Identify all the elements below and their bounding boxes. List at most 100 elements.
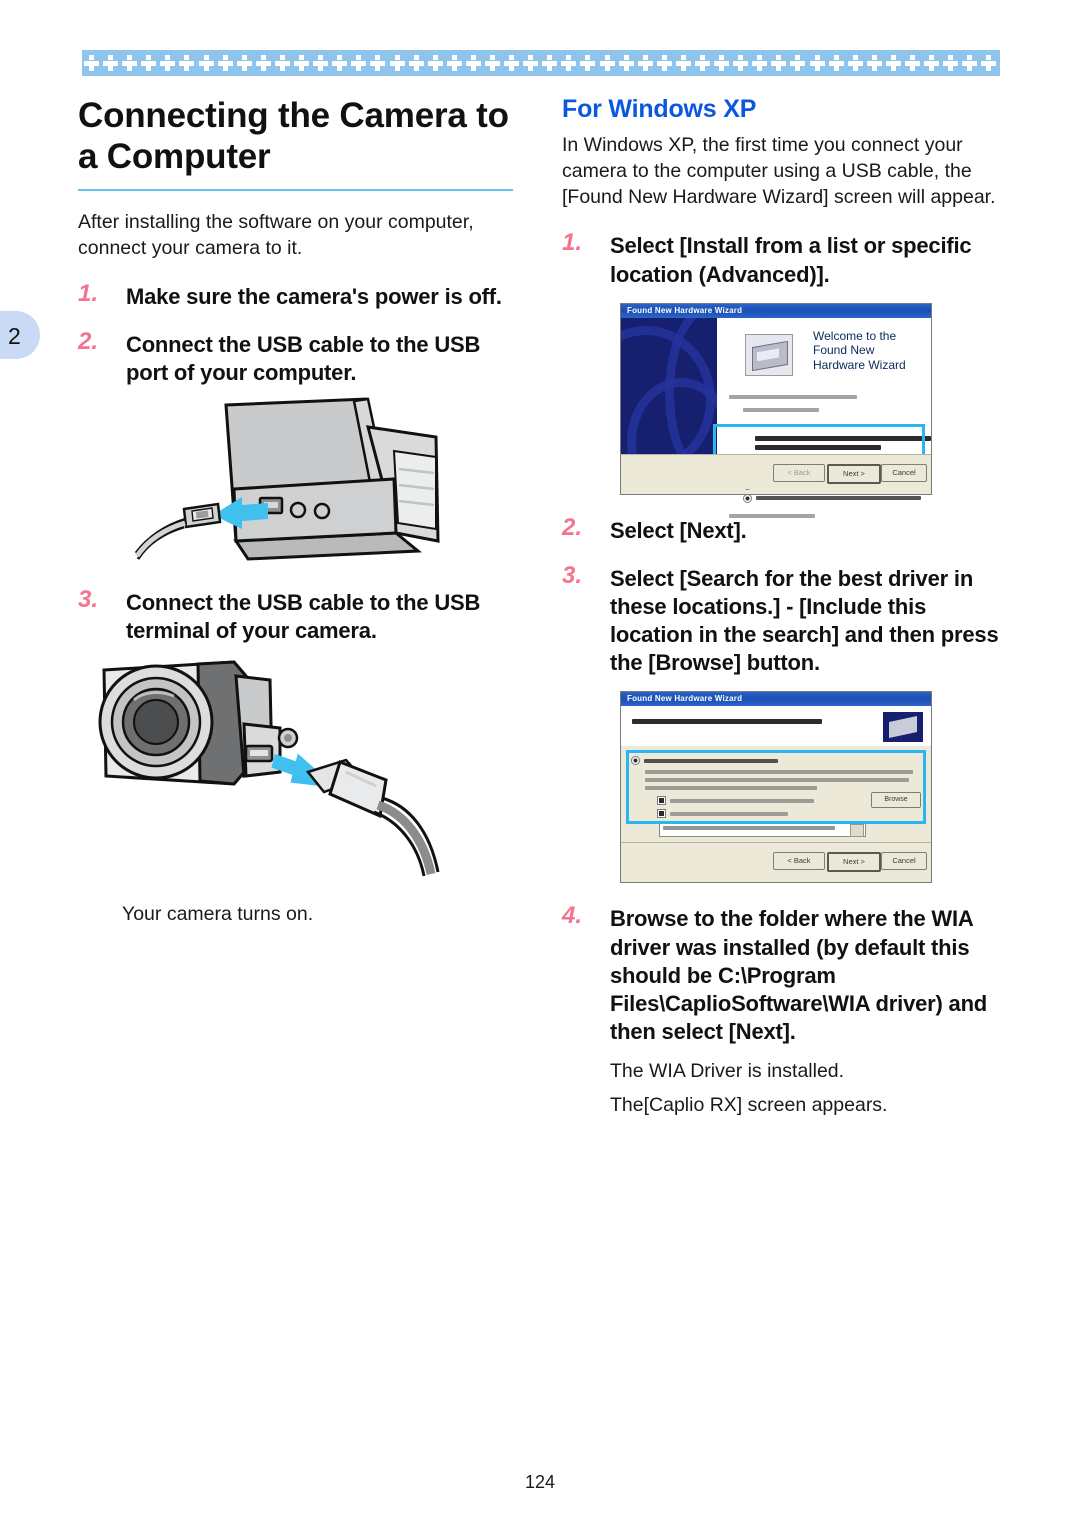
left-step-3: 3. Connect the USB cable to the USB term… bbox=[78, 586, 513, 645]
found-new-hardware-wizard-welcome-dialog[interactable]: Found New Hardware Wizard Welcome to the… bbox=[620, 302, 932, 518]
left-step-1-text: Make sure the camera's power is off. bbox=[126, 283, 502, 309]
left-step-2-number: 2. bbox=[78, 328, 99, 355]
laptop-usb-illustration bbox=[134, 397, 440, 561]
band-motif bbox=[693, 50, 712, 76]
band-motif bbox=[407, 50, 426, 76]
title-rule bbox=[78, 188, 513, 191]
camera-usb-illustration bbox=[98, 660, 440, 876]
band-motif bbox=[884, 50, 903, 76]
right-step-3-text: Select [Search for the best driver in th… bbox=[610, 565, 999, 676]
band-motif bbox=[120, 50, 139, 76]
dialog1-titlebar: Found New Hardware Wizard bbox=[621, 303, 931, 318]
band-motif bbox=[101, 50, 120, 76]
right-step-2: 2. Select [Next]. bbox=[562, 514, 1002, 545]
band-motif bbox=[311, 50, 330, 76]
band-motif bbox=[578, 50, 597, 76]
found-new-hardware-wizard-search-dialog[interactable]: Found New Hardware Wizard Browse < Back … bbox=[620, 691, 932, 884]
band-motif bbox=[158, 50, 177, 76]
band-motif bbox=[521, 50, 540, 76]
dialog2-header bbox=[621, 706, 931, 748]
dialog1-button-bar: < Back Next > Cancel bbox=[621, 453, 931, 489]
band-motif bbox=[598, 50, 617, 76]
right-step-3: 3. Select [Search for the best driver in… bbox=[562, 561, 1002, 678]
page-title: Connecting the Camera to a Computer bbox=[78, 96, 509, 177]
band-motif bbox=[788, 50, 807, 76]
chapter-tab-label: 2 bbox=[8, 323, 21, 349]
band-motif bbox=[769, 50, 788, 76]
right-step-1-number: 1. bbox=[562, 229, 583, 257]
dialog1-device-name bbox=[743, 407, 921, 412]
right-step-4-note-1: The WIA Driver is installed. bbox=[610, 1060, 845, 1083]
band-motif bbox=[483, 50, 502, 76]
driver-path-value bbox=[663, 826, 835, 831]
band-motif bbox=[846, 50, 865, 76]
band-motif bbox=[254, 50, 273, 76]
left-step-3-number: 3. bbox=[78, 586, 99, 614]
band-motif bbox=[903, 50, 922, 76]
band-motif bbox=[177, 50, 196, 76]
band-motif bbox=[559, 50, 578, 76]
right-step-4-number: 4. bbox=[562, 902, 583, 930]
right-step-1-text: Select [Install from a list or specific … bbox=[610, 233, 972, 287]
dialog1-option-advanced[interactable] bbox=[743, 493, 921, 503]
dialog2-back-button[interactable]: < Back bbox=[773, 852, 825, 871]
band-motif-row bbox=[82, 50, 1000, 76]
band-motif bbox=[865, 50, 884, 76]
band-motif bbox=[922, 50, 941, 76]
band-motif bbox=[464, 50, 483, 76]
dialog1-subtext bbox=[729, 394, 921, 399]
band-motif bbox=[426, 50, 445, 76]
band-motif bbox=[235, 50, 254, 76]
dialog2-highlight-box bbox=[626, 750, 926, 825]
band-motif bbox=[731, 50, 750, 76]
usb-device-icon bbox=[883, 712, 923, 743]
band-motif bbox=[139, 50, 158, 76]
band-motif bbox=[960, 50, 979, 76]
page-number: 124 bbox=[524, 1472, 556, 1492]
band-motif bbox=[750, 50, 769, 76]
right-column: For Windows XP In Windows XP, the first … bbox=[562, 95, 1002, 1118]
right-step-3-number: 3. bbox=[562, 561, 583, 589]
band-motif bbox=[941, 50, 960, 76]
camera-turns-on-note: Your camera turns on. bbox=[122, 902, 314, 925]
usb-device-icon bbox=[745, 333, 793, 376]
dialog2-next-button[interactable]: Next > bbox=[827, 852, 881, 873]
band-motif bbox=[979, 50, 998, 76]
band-motif bbox=[827, 50, 846, 76]
driver-path-combobox[interactable] bbox=[659, 822, 866, 838]
dialog1-back-button[interactable]: < Back bbox=[773, 463, 825, 482]
radio-install-from-list[interactable] bbox=[743, 493, 752, 503]
chevron-down-icon[interactable] bbox=[850, 824, 864, 838]
section-title-windows-xp: For Windows XP bbox=[562, 95, 757, 123]
dialog2-button-bar: < Back Next > Cancel bbox=[621, 842, 931, 878]
chapter-tab: 2 bbox=[0, 311, 40, 359]
band-motif bbox=[636, 50, 655, 76]
left-step-3-text: Connect the USB cable to the USB termina… bbox=[126, 590, 481, 644]
dialog1-next-button[interactable]: Next > bbox=[827, 463, 881, 484]
right-step-4-text: Browse to the folder where the WIA drive… bbox=[610, 906, 988, 1045]
left-step-1-number: 1. bbox=[78, 279, 99, 307]
band-motif bbox=[330, 50, 349, 76]
band-motif bbox=[273, 50, 292, 76]
left-intro-paragraph: After installing the software on your co… bbox=[78, 210, 474, 259]
right-intro-paragraph: In Windows XP, the first time you connec… bbox=[562, 134, 996, 209]
left-step-2: 2. Connect the USB cable to the USB port… bbox=[78, 328, 513, 387]
band-motif bbox=[292, 50, 311, 76]
left-column: Connecting the Camera to a Computer Afte… bbox=[78, 95, 513, 928]
dialog1-cancel-button[interactable]: Cancel bbox=[881, 463, 927, 482]
right-step-4: 4. Browse to the folder where the WIA dr… bbox=[562, 902, 1002, 1118]
band-motif bbox=[617, 50, 636, 76]
band-motif bbox=[197, 50, 216, 76]
dialog2-cancel-button[interactable]: Cancel bbox=[881, 852, 927, 871]
left-step-2-text: Connect the USB cable to the USB port of… bbox=[126, 332, 481, 386]
decorative-top-band bbox=[82, 50, 1000, 76]
band-motif bbox=[502, 50, 521, 76]
band-motif bbox=[540, 50, 559, 76]
band-motif bbox=[445, 50, 464, 76]
right-step-1: 1. Select [Install from a list or specif… bbox=[562, 229, 1002, 288]
band-motif bbox=[349, 50, 368, 76]
band-motif bbox=[655, 50, 674, 76]
dialog2-titlebar: Found New Hardware Wizard bbox=[621, 692, 931, 707]
band-motif bbox=[388, 50, 407, 76]
dialog1-heading: Welcome to the Found New Hardware Wizard bbox=[813, 328, 906, 372]
